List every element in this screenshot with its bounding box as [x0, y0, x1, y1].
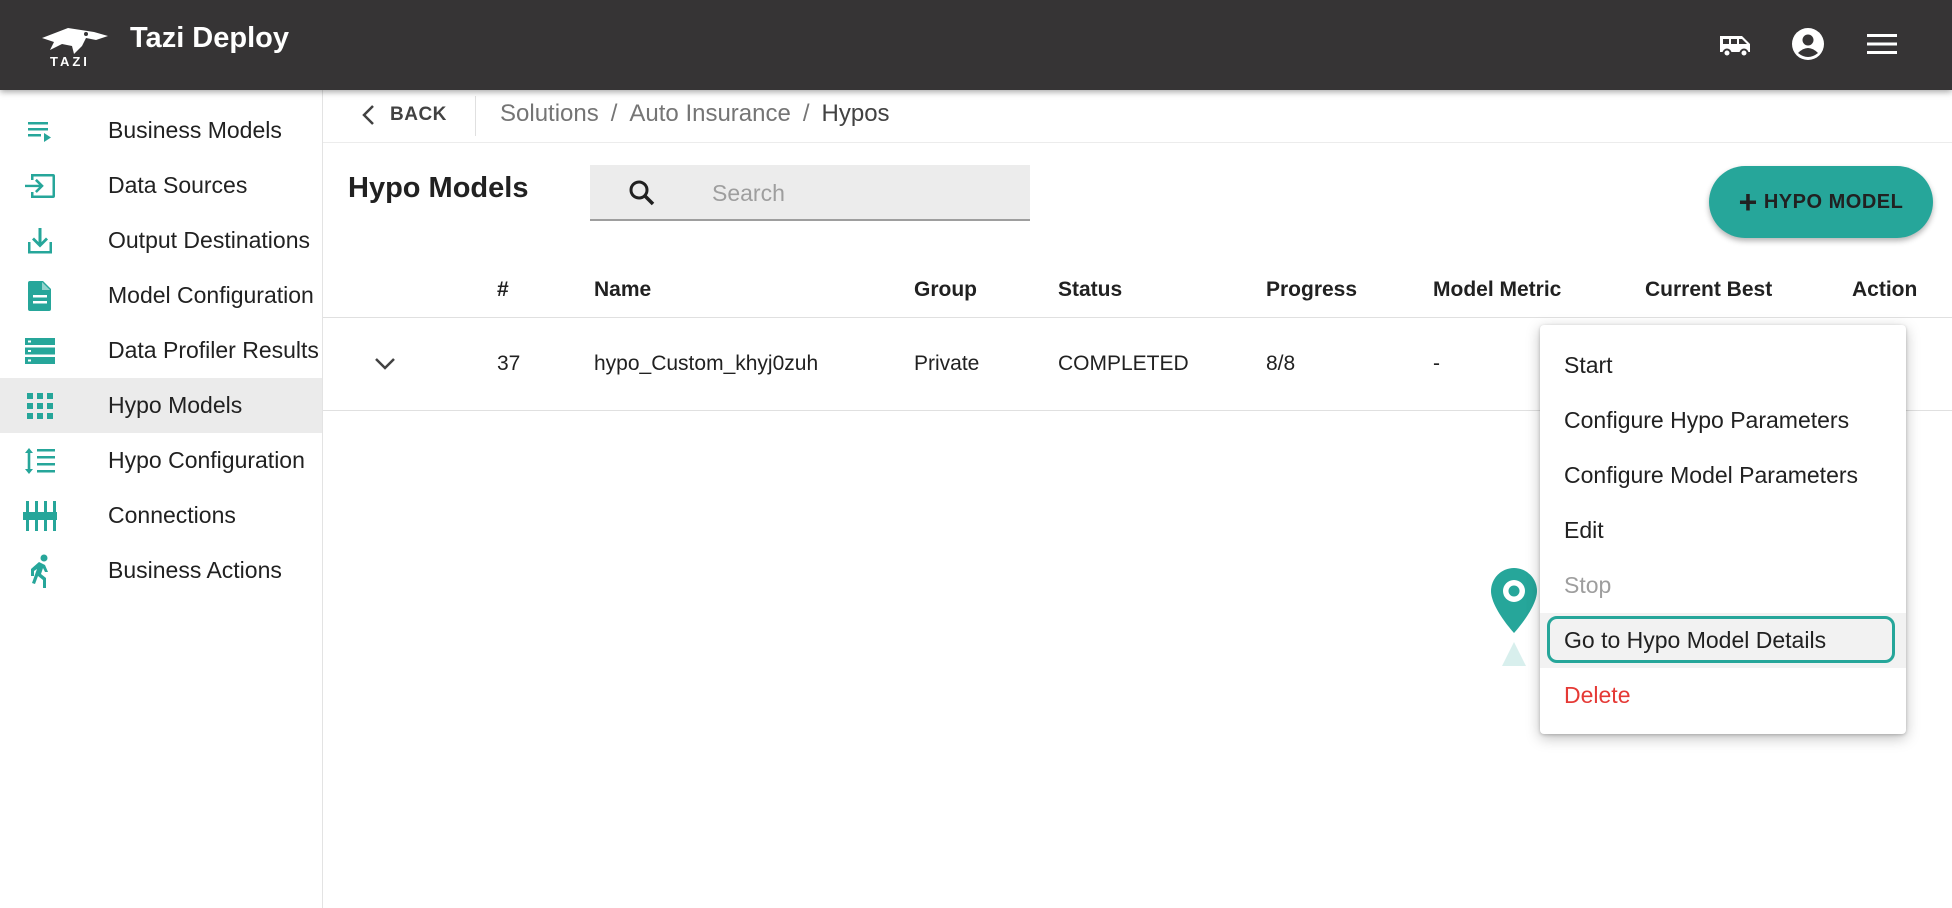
search-input[interactable]	[710, 165, 1014, 221]
column-header-number: #	[497, 278, 509, 301]
back-button[interactable]: BACK	[360, 98, 447, 132]
menu-item-label: Start	[1564, 352, 1613, 378]
breadcrumb-auto-insurance[interactable]: Auto Insurance	[629, 100, 790, 127]
breadcrumb-separator: /	[802, 100, 810, 127]
menu-item-start[interactable]: Start	[1540, 338, 1906, 393]
menu-item-delete[interactable]: Delete	[1540, 668, 1906, 723]
sidebar-item-label: Hypo Models	[108, 392, 243, 418]
breadcrumb-hypos: Hypos	[821, 100, 890, 127]
top-app-bar: TAZI Tazi Deploy	[0, 0, 1952, 90]
sidebar-item-label: Hypo Configuration	[108, 447, 305, 473]
column-header-name[interactable]: Name	[594, 278, 651, 302]
action-context-menu: Start Configure Hypo Parameters Configur…	[1540, 325, 1906, 734]
input-icon	[22, 168, 58, 204]
menu-item-label: Stop	[1564, 572, 1612, 598]
sidebar-item-data-profiler-results[interactable]: Data Profiler Results	[0, 323, 322, 378]
sidebar-item-business-actions[interactable]: Business Actions	[0, 543, 322, 598]
header-divider	[475, 96, 476, 136]
sidebar-item-data-sources[interactable]: Data Sources	[0, 158, 322, 213]
running-icon	[22, 553, 58, 589]
document-icon	[22, 278, 58, 314]
page-title: Hypo Models	[348, 172, 529, 204]
menu-item-label: Go to Hypo Model Details	[1564, 627, 1827, 653]
search-icon	[629, 180, 655, 206]
add-button-label: HYPO MODEL	[1763, 190, 1904, 213]
add-hypo-model-button[interactable]: + HYPO MODEL	[1709, 166, 1933, 238]
menu-item-label: Edit	[1564, 517, 1604, 543]
sidebar-item-label: Connections	[108, 502, 236, 528]
menu-item-go-to-hypo-model-details[interactable]: Go to Hypo Model Details	[1540, 613, 1906, 668]
sidebar-item-label: Business Models	[108, 117, 282, 143]
storage-icon	[22, 333, 58, 369]
sidebar-item-business-models[interactable]: Business Models	[0, 103, 322, 158]
menu-item-edit[interactable]: Edit	[1540, 503, 1906, 558]
sidebar-item-output-destinations[interactable]: Output Destinations	[0, 213, 322, 268]
column-header-group[interactable]: Group	[914, 278, 977, 302]
apps-grid-icon	[22, 388, 58, 424]
menu-item-stop: Stop	[1540, 558, 1906, 613]
sidebar-item-label: Output Destinations	[108, 227, 311, 253]
playlist-icon	[22, 113, 58, 149]
chevron-down-icon[interactable]	[370, 348, 400, 378]
menu-item-label: Configure Hypo Parameters	[1564, 407, 1850, 433]
van-icon[interactable]	[1716, 24, 1756, 64]
breadcrumb: Solutions / Auto Insurance / Hypos	[500, 100, 890, 128]
cell-id: 37	[497, 352, 521, 375]
column-header-progress[interactable]: Progress	[1266, 278, 1357, 302]
cell-name: hypo_Custom_khyj0zuh	[594, 352, 819, 375]
column-header-status[interactable]: Status	[1058, 278, 1122, 302]
sidebar-item-label: Data Profiler Results	[108, 337, 319, 363]
table-header-divider	[323, 317, 1952, 318]
download-icon	[22, 223, 58, 259]
menu-item-configure-hypo-parameters[interactable]: Configure Hypo Parameters	[1540, 393, 1906, 448]
cell-model-metric: -	[1433, 352, 1440, 375]
back-label: BACK	[390, 104, 447, 125]
plus-icon: +	[1738, 184, 1758, 220]
menu-item-label: Configure Model Parameters	[1564, 462, 1859, 488]
column-header-action: Action	[1852, 278, 1918, 301]
cell-status: COMPLETED	[1058, 352, 1189, 375]
sidebar-item-label: Data Sources	[108, 172, 248, 198]
sidebar-item-model-configuration[interactable]: Model Configuration	[0, 268, 322, 323]
menu-item-configure-model-parameters[interactable]: Configure Model Parameters	[1540, 448, 1906, 503]
header-divider-line	[323, 142, 1952, 143]
sidebar-item-connections[interactable]: Connections	[0, 488, 322, 543]
cell-progress: 8/8	[1266, 352, 1296, 375]
chevron-left-icon	[362, 105, 374, 125]
sidebar-item-label: Business Actions	[108, 557, 282, 583]
sidebar-item-hypo-configuration[interactable]: Hypo Configuration	[0, 433, 322, 488]
menu-item-label: Delete	[1564, 682, 1631, 708]
sidebar-item-hypo-models[interactable]: Hypo Models	[0, 378, 322, 433]
app-title: Tazi Deploy	[130, 22, 289, 54]
cell-group: Private	[914, 352, 980, 375]
breadcrumb-solutions[interactable]: Solutions	[500, 100, 599, 127]
sidebar-item-label: Model Configuration	[108, 282, 314, 308]
map-pin-icon	[1491, 568, 1537, 666]
breadcrumb-separator: /	[610, 100, 618, 127]
tune-icon	[22, 498, 58, 534]
account-circle-icon[interactable]	[1788, 24, 1828, 64]
line-spacing-icon	[22, 443, 58, 479]
menu-icon[interactable]	[1862, 24, 1902, 64]
column-header-model-metric[interactable]: Model Metric	[1433, 278, 1561, 302]
column-header-current-best[interactable]: Current Best	[1645, 278, 1772, 302]
search-field[interactable]	[590, 165, 1030, 221]
sidebar-nav: Business Models Data Sources Output Dest…	[0, 90, 323, 908]
logo-text: TAZI	[50, 54, 90, 69]
